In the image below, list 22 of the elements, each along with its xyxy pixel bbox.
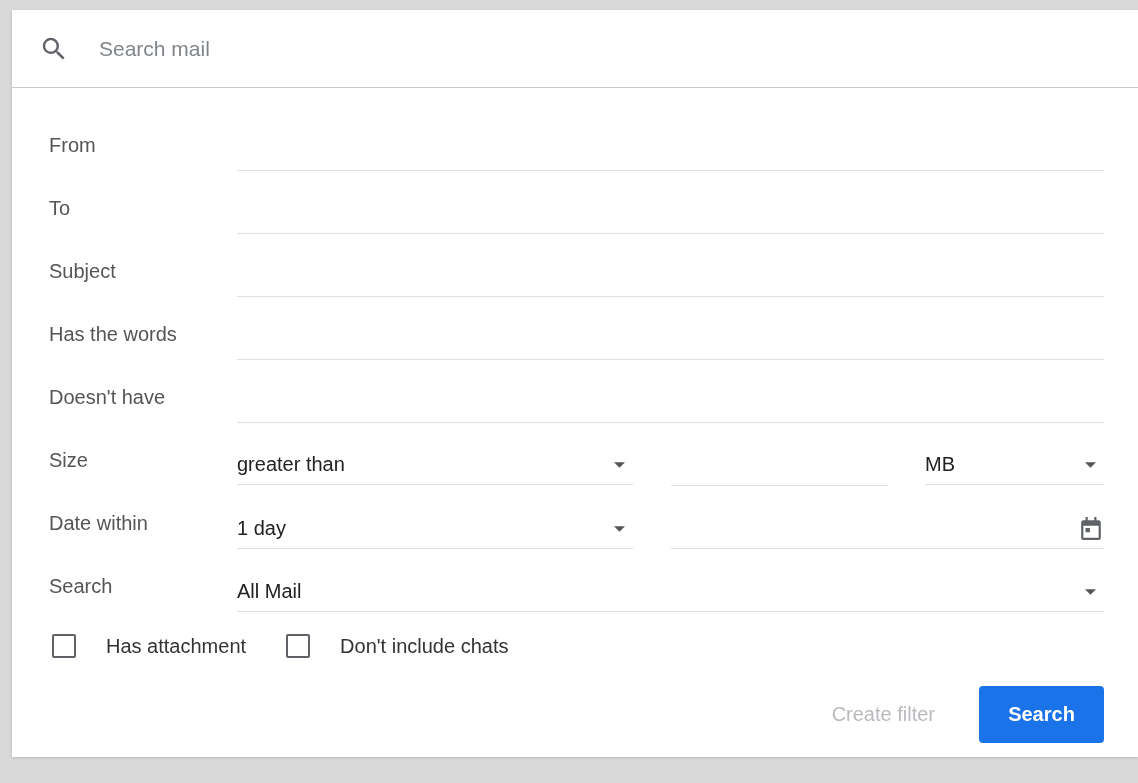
- range-dropdown[interactable]: 1 day: [237, 509, 633, 549]
- field-label: From: [49, 134, 97, 158]
- field-label: Subject: [49, 260, 117, 284]
- checkbox-label: Don't include chats: [340, 634, 509, 658]
- checkbox[interactable]: [286, 634, 311, 658]
- unit-dropdown[interactable]: MB: [925, 445, 1104, 485]
- search-button[interactable]: Search: [979, 686, 1104, 743]
- checkbox-label: Has attachment: [106, 634, 247, 658]
- field-label: Doesn't have: [49, 386, 167, 410]
- caret-icon: [1085, 588, 1096, 595]
- field-label: Search: [49, 575, 114, 599]
- caret-icon: [1085, 461, 1096, 468]
- field-label: Date within: [49, 512, 149, 536]
- checkbox[interactable]: [52, 634, 76, 658]
- calendar-icon[interactable]: [1080, 516, 1102, 541]
- mailbox-dropdown[interactable]: All Mail: [237, 572, 1104, 612]
- field-label: To: [49, 197, 72, 221]
- caret-icon: [614, 461, 625, 468]
- field-label: Has the words: [49, 323, 178, 347]
- operator-dropdown[interactable]: greater than: [237, 445, 633, 485]
- field-label: Size: [49, 449, 89, 473]
- caret-icon: [614, 525, 625, 532]
